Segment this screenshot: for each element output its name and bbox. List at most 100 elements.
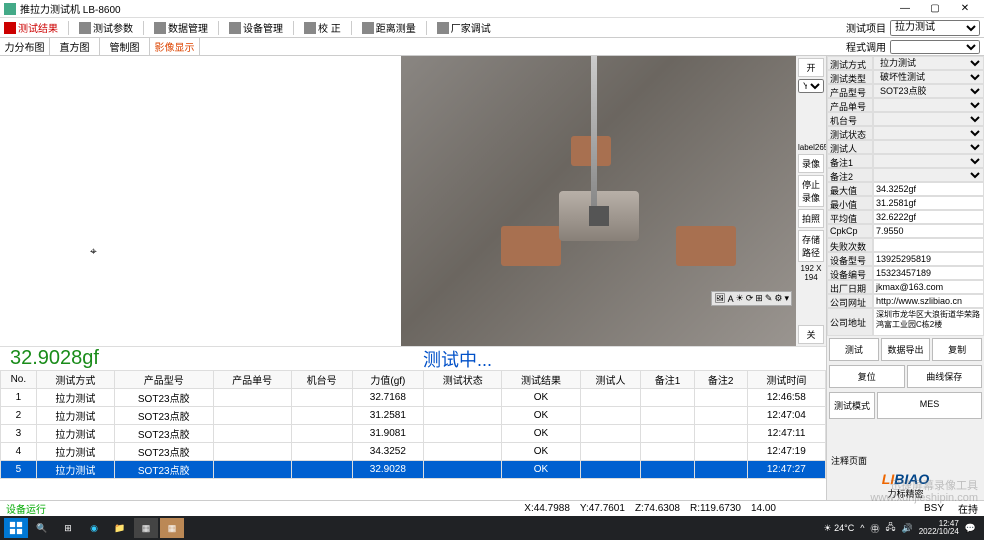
close-button[interactable]: ✕ [950,3,980,14]
table-cell [641,425,694,443]
prop-select[interactable]: SOT23点胶 [874,85,983,97]
table-cell [291,461,352,479]
cam-tool-3[interactable]: ⟳ [746,293,754,304]
save-curve-button[interactable]: 曲线保存 [907,365,983,388]
taskbar-clock[interactable]: 12:472022/10/24 [919,520,959,536]
test-item-select[interactable]: 拉力测试 [890,20,980,36]
toolbar-distance[interactable]: 距离测量 [362,20,416,35]
table-cell [580,443,641,461]
table-cell [424,389,502,407]
program-select[interactable] [890,40,980,54]
table-row[interactable]: 3拉力测试SOT23点胶31.9081OK12:47:11 [1,425,826,443]
prop-select[interactable] [874,169,983,181]
table-cell: 1 [1,389,37,407]
table-row[interactable]: 4拉力测试SOT23点胶34.3252OK12:47:19 [1,443,826,461]
prop-key: CpkCp [827,224,873,238]
camera-view[interactable]: 🖼 A ☀ ⟳ ⊞ ✎ ⚙ ▾ [401,56,796,346]
table-header[interactable]: 测试结果 [502,371,580,389]
table-row[interactable]: 1拉力测试SOT23点胶32.7168OK12:46:58 [1,389,826,407]
prop-key: 备注1 [827,154,873,168]
explorer-icon[interactable]: 📁 [108,518,132,538]
prop-select[interactable]: 拉力测试 [874,57,983,69]
search-icon[interactable]: 🔍 [30,518,54,538]
toolbar-test-result[interactable]: 测试结果 [4,20,58,35]
db-icon [154,22,166,34]
prop-select[interactable] [874,113,983,125]
table-cell: OK [502,389,580,407]
table-header[interactable]: 备注2 [694,371,747,389]
prop-select[interactable] [874,141,983,153]
tab-image-display[interactable]: 影像显示 [150,38,200,55]
toolbar-data-manage[interactable]: 数据管理 [154,20,208,35]
prop-value: 31.2581gf [873,196,984,210]
tray-chevron-icon[interactable]: ^ [860,523,864,533]
export-button[interactable]: 数据导出 [881,338,931,361]
record-button[interactable]: 录像 [798,154,824,173]
minimize-button[interactable]: — [890,3,920,14]
cam-tool-1[interactable]: A [728,294,734,304]
test-button[interactable]: 测试 [829,338,879,361]
tab-control-chart[interactable]: 管制图 [100,38,150,55]
test-mode-value[interactable]: MES [877,392,982,419]
cam-tool-4[interactable]: ⊞ [755,293,763,304]
cam-tool-0[interactable]: 🖼 [714,293,725,304]
test-mode-label: 测试模式 [829,392,875,419]
camera-open-button[interactable]: 开 [798,58,824,77]
prop-select[interactable] [874,127,983,139]
table-header[interactable]: 测试状态 [424,371,502,389]
table-header[interactable]: 机台号 [291,371,352,389]
table-header[interactable]: 测试方式 [36,371,114,389]
stop-record-button[interactable]: 停止录像 [798,175,824,207]
prop-value: 15323457189 [873,266,984,280]
prop-select[interactable] [874,99,983,111]
toolbar-test-params[interactable]: 测试参数 [79,20,133,35]
toolbar-factory-debug[interactable]: 厂家调试 [437,20,491,35]
cam-tool-2[interactable]: ☀ [736,293,744,304]
table-row[interactable]: 5拉力测试SOT23点胶32.9028OK12:47:27 [1,461,826,479]
network-icon[interactable]: 🖧 [885,520,895,536]
camera-mode-select[interactable]: YW500 [798,79,824,93]
prop-select[interactable] [874,155,983,167]
table-cell [641,389,694,407]
table-header[interactable]: 测试时间 [747,371,825,389]
table-header[interactable]: 测试人 [580,371,641,389]
prop-value [873,98,984,112]
table-cell: 31.9081 [352,425,424,443]
table-header[interactable]: 产品单号 [213,371,291,389]
toolbar-device-manage[interactable]: 设备管理 [229,20,283,35]
results-table[interactable]: No.测试方式产品型号产品单号机台号力值(gf)测试状态测试结果测试人备注1备注… [0,370,826,479]
app-icon-2[interactable]: ▦ [160,518,184,538]
table-cell [694,461,747,479]
table-cell: SOT23点胶 [114,389,213,407]
tab-force-dist[interactable]: 力分布图 [0,38,50,55]
app-icon-1[interactable]: ▦ [134,518,158,538]
reset-button[interactable]: 复位 [829,365,905,388]
copy-button[interactable]: 复制 [932,338,982,361]
table-cell: SOT23点胶 [114,407,213,425]
task-view-icon[interactable]: ⊞ [56,518,80,538]
tab-histogram[interactable]: 直方图 [50,38,100,55]
ime-icon[interactable]: ㊥ [870,522,879,535]
save-path-button[interactable]: 存储路径 [798,230,824,262]
table-header[interactable]: 备注1 [641,371,694,389]
cam-tool-7[interactable]: ▾ [784,293,789,304]
prop-select[interactable]: 破坏性测试 [874,71,983,83]
table-header[interactable]: No. [1,371,37,389]
edge-icon[interactable]: ◉ [82,518,106,538]
start-button[interactable] [4,518,28,538]
table-header[interactable]: 力值(gf) [352,371,424,389]
table-cell: 拉力测试 [36,407,114,425]
snapshot-button[interactable]: 拍照 [798,209,824,228]
maximize-button[interactable]: ▢ [920,3,950,14]
camera-close-button[interactable]: 关 [798,325,824,344]
volume-icon[interactable]: 🔊 [902,523,913,534]
notes-page-button[interactable]: 注释页面 [827,450,871,471]
cam-tool-6[interactable]: ⚙ [774,293,782,304]
cam-tool-5[interactable]: ✎ [765,293,773,304]
table-row[interactable]: 2拉力测试SOT23点胶31.2581OK12:47:04 [1,407,826,425]
windows-taskbar[interactable]: 🔍 ⊞ ◉ 📁 ▦ ▦ ☀ 24°C ^ ㊥ 🖧 🔊 12:472022/10/… [0,516,984,540]
table-header[interactable]: 产品型号 [114,371,213,389]
notification-icon[interactable]: 💬 [965,523,976,534]
toolbar-calibrate[interactable]: 校 正 [304,20,341,35]
weather-widget[interactable]: ☀ 24°C [824,523,855,534]
